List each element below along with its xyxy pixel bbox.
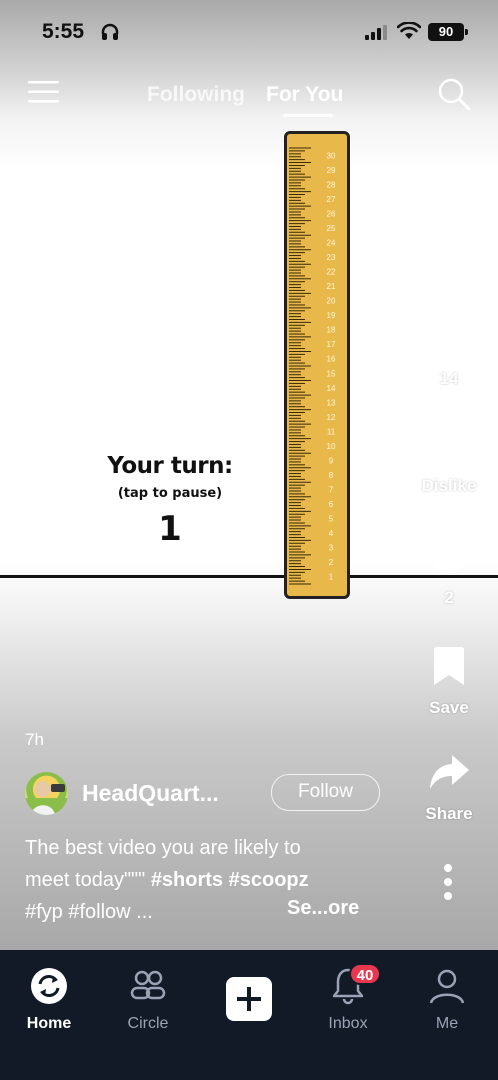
ruler-number: 3 bbox=[329, 544, 334, 553]
dislike-button[interactable]: Dislike bbox=[418, 425, 480, 496]
bottom-nav-bar: Home Circle Inbox Me bbox=[0, 950, 498, 1080]
menu-icon[interactable] bbox=[28, 80, 60, 104]
share-button[interactable]: Share bbox=[418, 753, 480, 824]
ruler-number: 15 bbox=[327, 369, 336, 378]
home-refresh-icon bbox=[31, 968, 67, 1004]
follow-button[interactable]: Follow bbox=[271, 774, 380, 811]
ruler-number: 20 bbox=[327, 297, 336, 306]
ruler-number: 5 bbox=[329, 515, 334, 524]
tab-for-you[interactable]: For You bbox=[266, 83, 343, 107]
wifi-icon bbox=[397, 22, 421, 39]
ruler-number: 17 bbox=[327, 340, 336, 349]
see-more-link[interactable]: Se...ore bbox=[287, 897, 359, 920]
ruler-number: 29 bbox=[327, 166, 336, 175]
like-button[interactable]: 14 bbox=[418, 318, 480, 389]
turn-counter: 1 bbox=[158, 509, 182, 549]
more-options-icon[interactable] bbox=[440, 862, 456, 902]
dislike-label: Dislike bbox=[421, 476, 477, 495]
nav-circle[interactable]: Circle bbox=[103, 966, 193, 1033]
ruler-number: 2 bbox=[329, 558, 334, 567]
description-line-2: meet today""" #shorts #scoopz bbox=[25, 864, 385, 896]
ruler-number: 30 bbox=[327, 151, 336, 160]
ruler-number: 13 bbox=[327, 398, 336, 407]
ruler-number: 14 bbox=[327, 384, 336, 393]
ruler-number: 23 bbox=[327, 253, 336, 262]
profile-icon bbox=[429, 969, 465, 1004]
active-tab-indicator bbox=[283, 114, 333, 117]
description-text: meet today""" bbox=[25, 869, 151, 891]
share-arrow-icon bbox=[430, 755, 469, 789]
ruler-number: 22 bbox=[327, 268, 336, 277]
thumbs-down-icon bbox=[428, 427, 469, 463]
signal-icon bbox=[365, 25, 387, 40]
comment-button[interactable]: 2 bbox=[418, 535, 480, 608]
ruler-number: 8 bbox=[329, 471, 334, 480]
post-age: 7h bbox=[25, 730, 44, 749]
ruler-number: 1 bbox=[329, 573, 334, 582]
plus-icon bbox=[237, 987, 261, 1011]
save-label: Save bbox=[429, 698, 469, 717]
ruler-number: 6 bbox=[329, 500, 334, 509]
comment-bubble-icon bbox=[430, 537, 468, 574]
search-icon[interactable] bbox=[437, 77, 471, 111]
avatar-image bbox=[25, 781, 68, 815]
your-turn-title: Your turn: bbox=[107, 453, 233, 479]
ruler-number: 21 bbox=[327, 282, 336, 291]
battery-indicator: 90 bbox=[428, 23, 468, 41]
hashtags[interactable]: #shorts #scoopz bbox=[151, 869, 309, 891]
people-icon bbox=[130, 970, 166, 1000]
nav-home[interactable]: Home bbox=[4, 966, 94, 1033]
ruler-number: 28 bbox=[327, 180, 336, 189]
nav-home-label: Home bbox=[26, 1015, 72, 1032]
description-line-1: The best video you are likely to bbox=[25, 837, 301, 859]
ruler-number: 11 bbox=[327, 427, 336, 436]
channel-name[interactable]: HeadQuart... bbox=[82, 780, 219, 807]
channel-avatar[interactable] bbox=[25, 772, 68, 815]
ruler-number: 12 bbox=[327, 413, 336, 422]
nav-me[interactable]: Me bbox=[402, 966, 492, 1033]
ruler-number: 27 bbox=[327, 195, 336, 204]
ruler-number: 16 bbox=[327, 355, 336, 364]
headphone-icon bbox=[101, 23, 119, 40]
ruler-number: 19 bbox=[327, 311, 336, 320]
ruler-number: 10 bbox=[327, 442, 336, 451]
bookmark-icon bbox=[434, 647, 464, 685]
like-count: 14 bbox=[439, 369, 459, 388]
nav-circle-label: Circle bbox=[127, 1015, 169, 1032]
ruler-scale: 3029282726252423222120191817161514131211… bbox=[289, 147, 336, 585]
ruler-number: 9 bbox=[329, 456, 334, 465]
ruler-number: 26 bbox=[327, 209, 336, 218]
create-button[interactable] bbox=[226, 977, 272, 1021]
nav-inbox-label: Inbox bbox=[328, 1015, 368, 1032]
ruler-number: 24 bbox=[327, 238, 336, 247]
ruler-number: 4 bbox=[329, 529, 334, 538]
ruler-number: 18 bbox=[327, 326, 336, 335]
tab-following[interactable]: Following bbox=[147, 83, 245, 107]
inbox-badge: 40 bbox=[349, 963, 381, 985]
thumbs-up-icon bbox=[429, 320, 470, 356]
comment-count: 2 bbox=[444, 588, 454, 607]
tap-to-pause-hint: (tap to pause) bbox=[117, 486, 223, 501]
nav-me-label: Me bbox=[435, 1015, 459, 1032]
ruler-number: 7 bbox=[329, 486, 334, 495]
ruler: 30 29 28 27 26 25 24 23 22 21 20 19 18 17 16 15 14 13 12 11… bbox=[284, 131, 350, 599]
ruler-number: 25 bbox=[327, 224, 336, 233]
save-button[interactable]: Save bbox=[418, 645, 480, 718]
share-label: Share bbox=[425, 804, 473, 823]
status-time: 5:55 bbox=[42, 20, 85, 43]
